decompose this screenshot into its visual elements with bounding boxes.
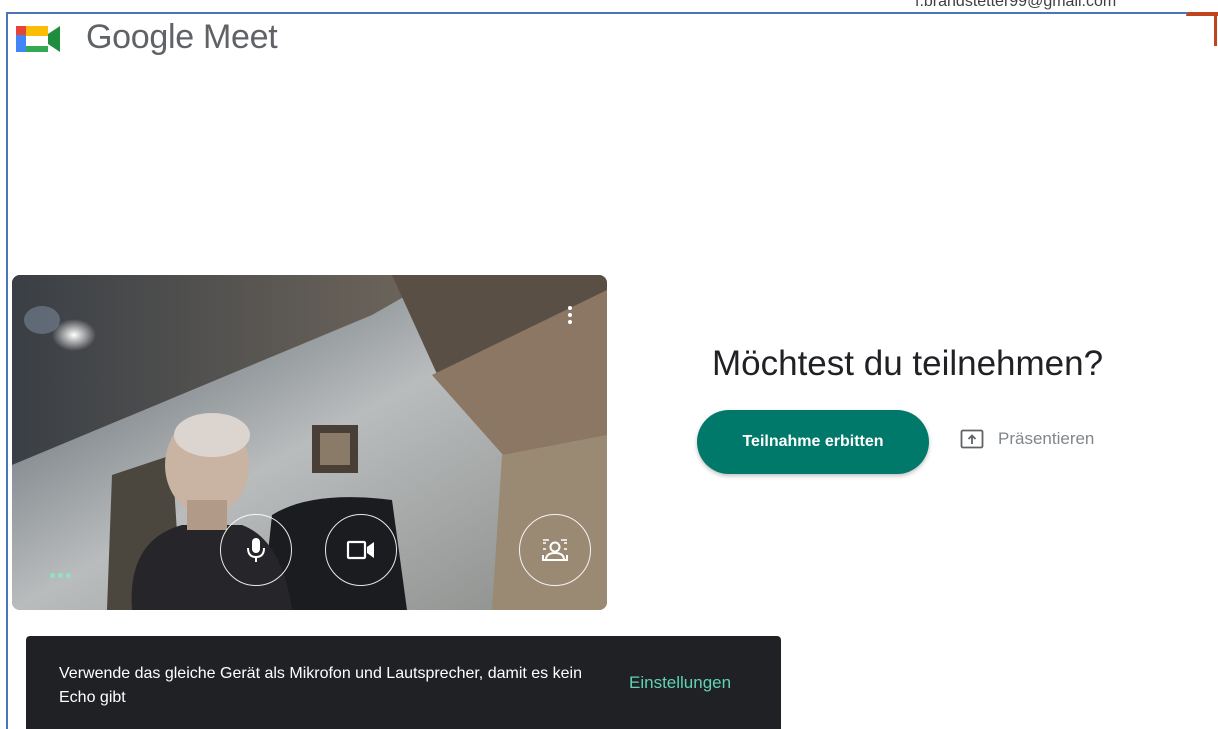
echo-warning-toast: Verwende das gleiche Gerät als Mikrofon … [26,636,781,729]
mic-icon [247,538,265,562]
join-question-heading: Möchtest du teilnehmen? [712,344,1104,383]
window-frame-left [6,12,8,729]
present-to-all-icon [960,429,984,449]
more-vert-icon[interactable] [560,303,580,333]
camera-toggle-button[interactable] [325,514,397,586]
settings-link[interactable]: Einstellungen [629,673,731,693]
request-to-join-button[interactable]: Teilnahme erbitten [697,410,929,474]
google-meet-logo-icon[interactable] [16,22,68,56]
camera-preview [12,275,607,610]
present-label: Präsentieren [998,429,1095,448]
videocam-icon [346,540,374,560]
brand-name: Google Meet [86,18,278,56]
account-email[interactable]: f.brandstetter99@gmail.com [915,0,1165,14]
present-button[interactable]: Präsentieren [960,428,1094,450]
toast-message: Verwende das gleiche Gerät als Mikrofon … [59,665,582,706]
visual-effects-button[interactable] [519,514,591,586]
background-effects-icon [542,539,568,561]
window-frame-accent-side [1214,12,1217,46]
microphone-toggle-button[interactable] [220,514,292,586]
camera-feed-image [12,275,607,610]
more-horiz-icon[interactable] [50,573,71,578]
